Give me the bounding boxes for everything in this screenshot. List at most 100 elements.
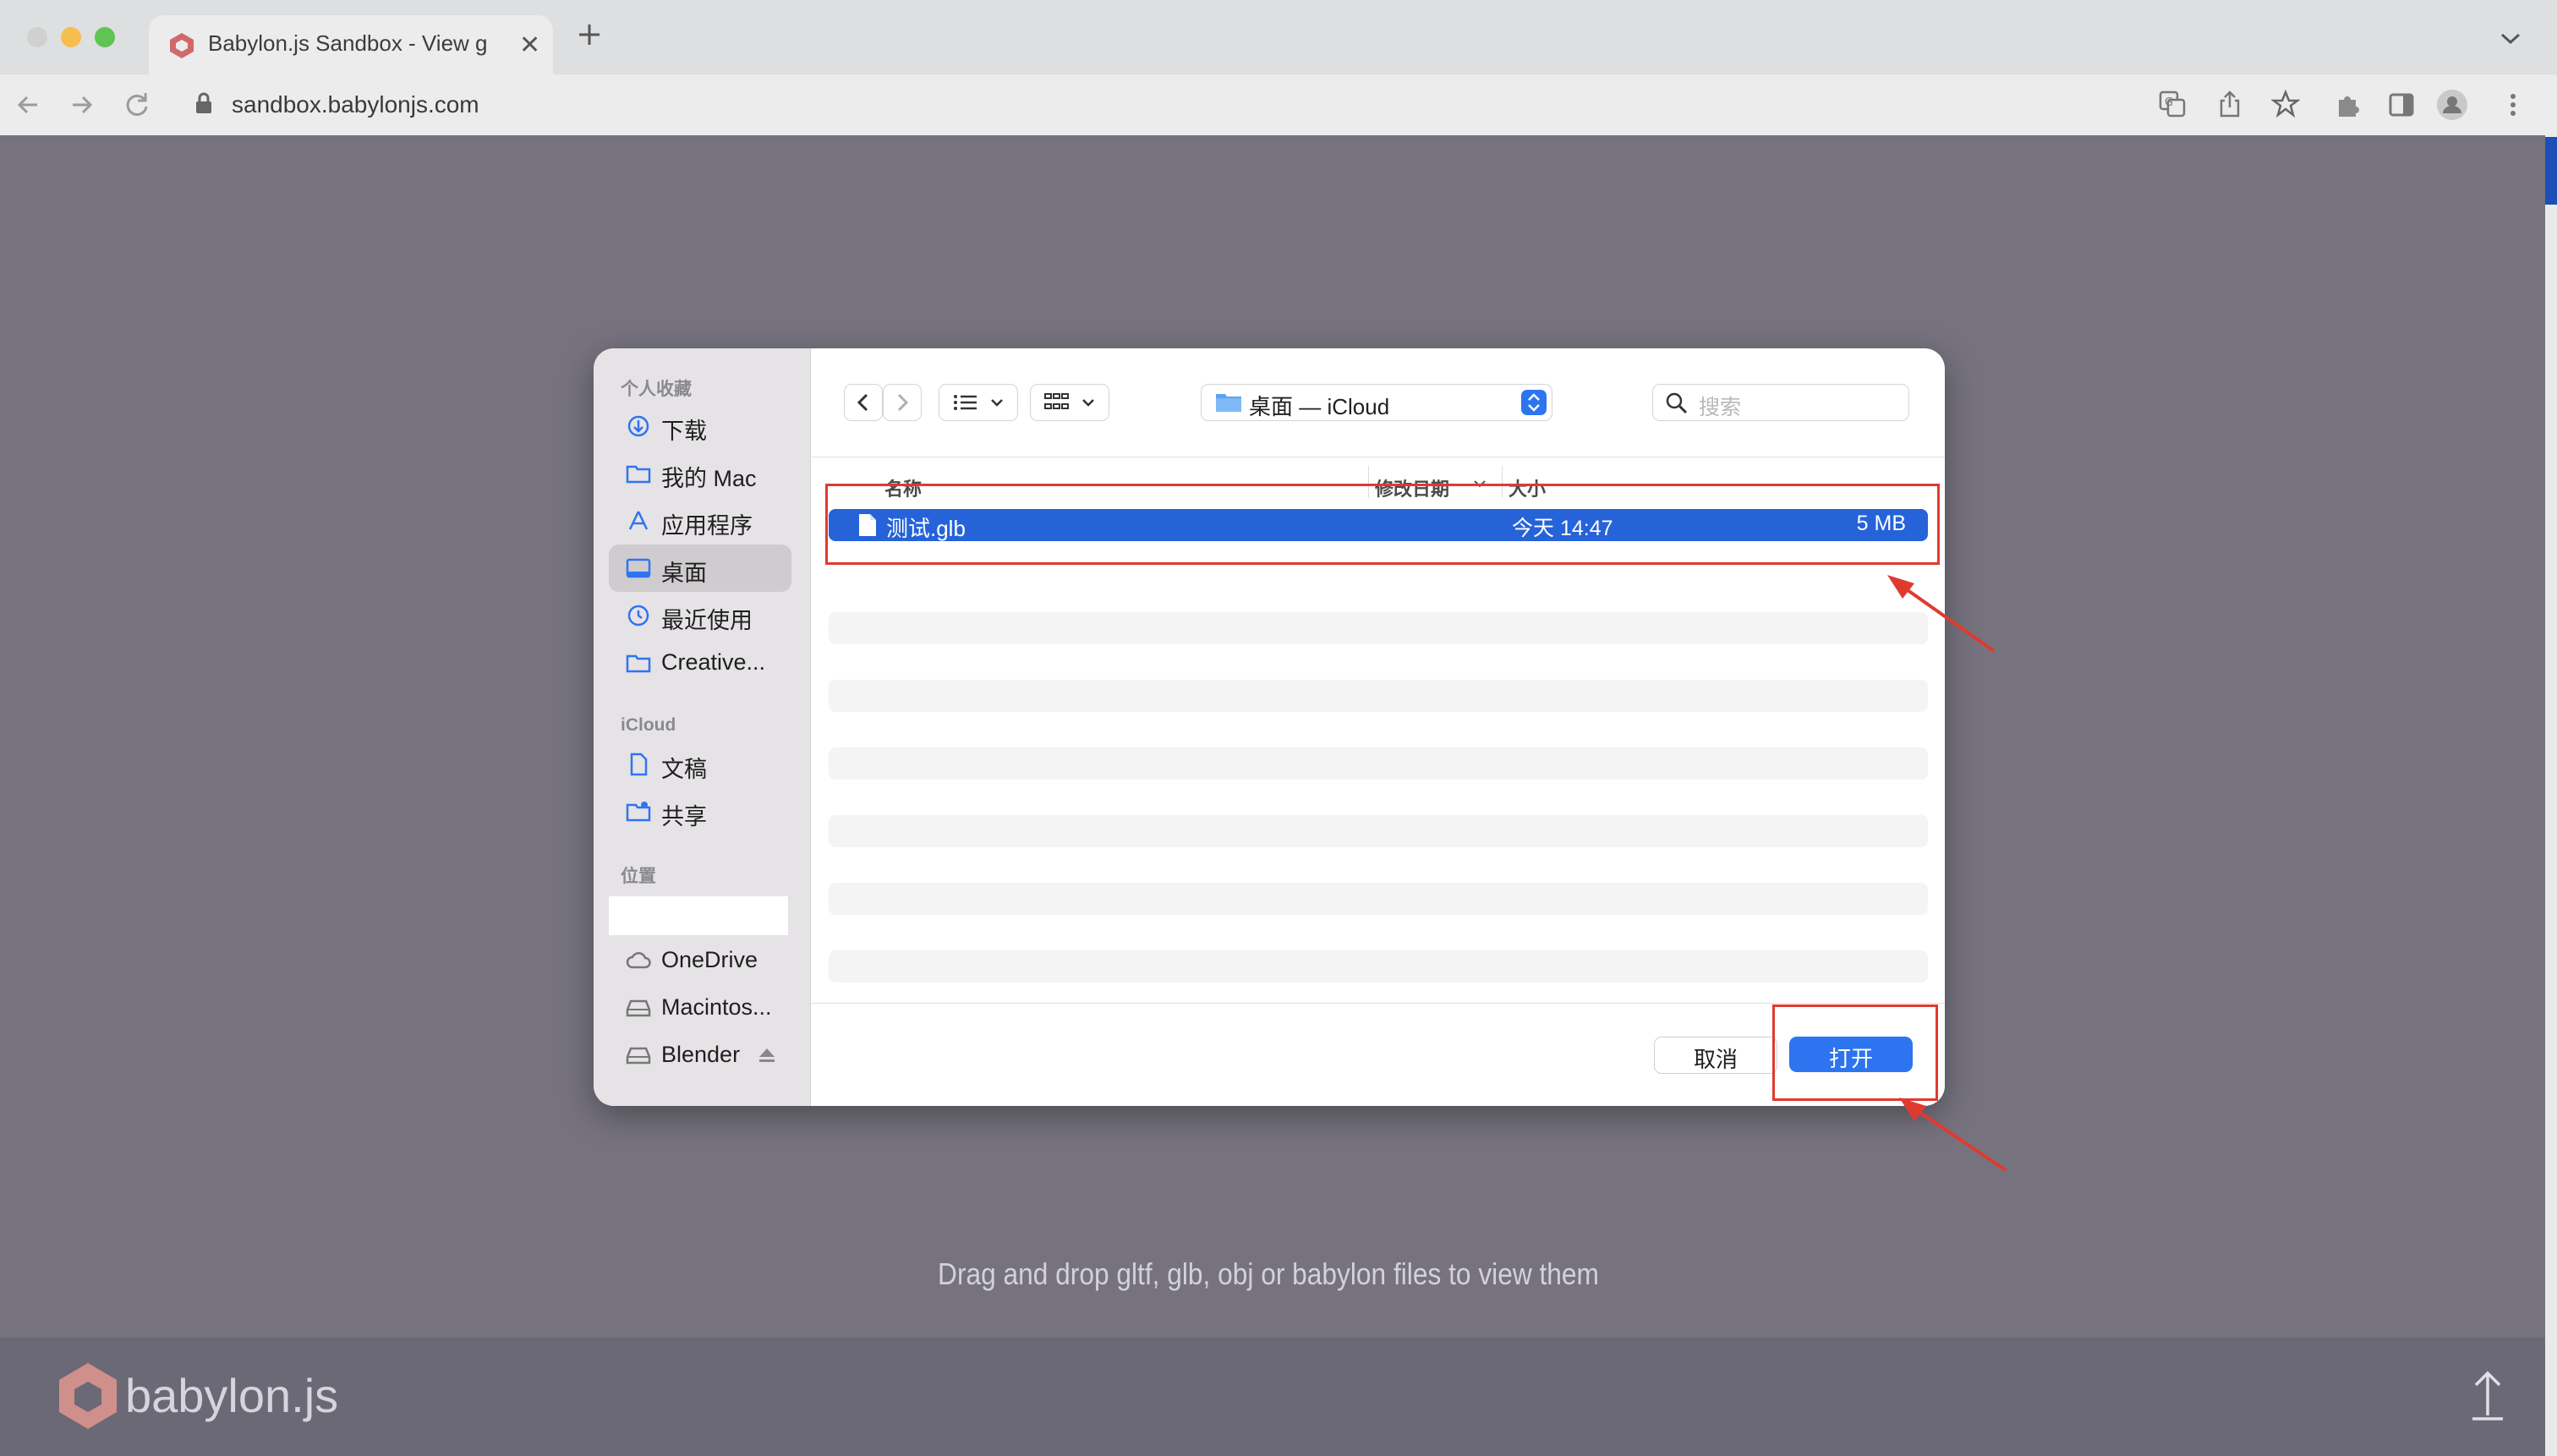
sidebar-item-label: Blender bbox=[661, 1042, 741, 1067]
sidebar-item-label: 文稿 bbox=[661, 757, 707, 782]
annotation-box-open bbox=[1772, 1004, 1938, 1101]
location-label: 桌面 — iCloud bbox=[1249, 394, 1390, 419]
sidebar-item-desktop[interactable]: 桌面 bbox=[609, 545, 791, 592]
zoom-window-button[interactable] bbox=[95, 27, 115, 47]
close-window-button[interactable] bbox=[27, 27, 47, 47]
folder-icon bbox=[1215, 391, 1242, 413]
desktop-icon bbox=[626, 556, 651, 580]
annotation-arrow-open bbox=[1899, 1097, 2007, 1172]
empty-row bbox=[829, 680, 1928, 712]
menu-kebab-icon[interactable] bbox=[2496, 88, 2530, 122]
empty-row bbox=[829, 950, 1928, 983]
upload-icon[interactable] bbox=[2469, 1368, 2506, 1422]
eject-icon[interactable] bbox=[758, 1047, 776, 1064]
nav-forward-button[interactable] bbox=[883, 384, 922, 421]
sidebar-item-shared[interactable]: 共享 bbox=[609, 788, 791, 835]
locations-header: 位置 bbox=[621, 867, 656, 886]
tab-title: Babylon.js Sandbox - View glTF bbox=[208, 30, 487, 56]
minimize-window-button[interactable] bbox=[61, 27, 81, 47]
cancel-button[interactable]: 取消 bbox=[1654, 1037, 1777, 1074]
sidebar-item-label: 我的 Mac bbox=[661, 466, 757, 491]
reload-icon[interactable] bbox=[120, 88, 154, 122]
share-icon[interactable] bbox=[2215, 90, 2244, 118]
clock-icon bbox=[626, 604, 651, 627]
chevron-right-icon bbox=[893, 392, 912, 413]
chevron-down-icon bbox=[1081, 398, 1095, 407]
search-icon bbox=[1665, 391, 1689, 415]
apps-icon bbox=[626, 509, 651, 533]
group-view-button[interactable] bbox=[1030, 384, 1109, 421]
chevron-left-icon bbox=[854, 392, 873, 413]
address-bar[interactable]: sandbox.babylonjs.com G bbox=[176, 79, 2324, 129]
nav-back-button[interactable] bbox=[844, 384, 883, 421]
updown-chevron-icon bbox=[1521, 390, 1547, 415]
browser-tab-bar: Babylon.js Sandbox - View glTF ✕ bbox=[0, 0, 2557, 74]
sidebar-item-label: 应用程序 bbox=[661, 513, 753, 539]
extensions-icon[interactable] bbox=[2330, 88, 2364, 122]
back-icon[interactable] bbox=[12, 88, 46, 122]
icloud-header: iCloud bbox=[621, 715, 676, 735]
divider bbox=[810, 1003, 1945, 1004]
side-panel-icon[interactable] bbox=[2385, 88, 2418, 122]
location-popup[interactable]: 桌面 — iCloud bbox=[1201, 384, 1552, 421]
empty-row bbox=[829, 815, 1928, 847]
sidebar-item-label: OneDrive bbox=[661, 947, 758, 972]
file-open-dialog: 个人收藏 下载 我的 Mac 应用程序 桌面 最近使用 Creative... … bbox=[594, 348, 1945, 1106]
disk-icon bbox=[626, 1043, 651, 1067]
search-placeholder: 搜索 bbox=[1699, 396, 1742, 419]
url-text: sandbox.babylonjs.com bbox=[232, 91, 479, 118]
chevron-down-icon bbox=[990, 398, 1004, 407]
annotation-box-file bbox=[825, 484, 1940, 565]
favorites-header: 个人收藏 bbox=[621, 380, 692, 399]
sidebar-item-label: 桌面 bbox=[661, 561, 707, 586]
drop-message: Drag and drop gltf, glb, obj or babylon … bbox=[938, 1256, 1599, 1291]
profile-avatar-icon[interactable] bbox=[2435, 88, 2469, 122]
babylon-logo-icon bbox=[57, 1361, 118, 1431]
forward-icon[interactable] bbox=[64, 88, 98, 122]
babylon-logo-text: babylon.js bbox=[125, 1369, 339, 1422]
sidebar-item-macintosh-hd[interactable]: Macintos... bbox=[609, 984, 791, 1032]
translate-icon[interactable]: G bbox=[2158, 90, 2187, 118]
sidebar-item-blender[interactable]: Blender bbox=[609, 1032, 791, 1079]
search-field[interactable]: 搜索 bbox=[1652, 384, 1909, 421]
sidebar-item-applications[interactable]: 应用程序 bbox=[609, 497, 791, 545]
sidebar-item-onedrive[interactable]: OneDrive bbox=[609, 937, 791, 984]
sidebar-item-recents[interactable]: 最近使用 bbox=[609, 592, 791, 639]
cancel-label: 取消 bbox=[1693, 1047, 1738, 1072]
download-icon bbox=[626, 414, 651, 438]
cloud-icon bbox=[626, 949, 651, 972]
bookmark-star-icon[interactable] bbox=[2271, 90, 2300, 118]
sidebar-item-creative[interactable]: Creative... bbox=[609, 639, 791, 687]
sidebar-item-my-mac[interactable]: 我的 Mac bbox=[609, 450, 791, 497]
annotation-arrow-file bbox=[1887, 575, 1996, 653]
browser-toolbar: sandbox.babylonjs.com G bbox=[0, 74, 2557, 137]
disk-icon bbox=[626, 996, 651, 1020]
list-icon bbox=[953, 393, 978, 412]
sidebar-item-documents[interactable]: 文稿 bbox=[609, 741, 791, 788]
sidebar-item-label: Creative... bbox=[661, 649, 766, 675]
shared-folder-icon bbox=[626, 800, 651, 824]
list-view-button[interactable] bbox=[939, 384, 1018, 421]
sidebar-item-label: 共享 bbox=[661, 804, 707, 829]
sidebar-item-label: 最近使用 bbox=[661, 608, 753, 633]
dialog-sidebar: 个人收藏 下载 我的 Mac 应用程序 桌面 最近使用 Creative... … bbox=[594, 348, 811, 1106]
lock-icon bbox=[194, 91, 213, 115]
empty-row bbox=[829, 883, 1928, 915]
scrollbar-strip bbox=[2545, 135, 2557, 1456]
sandbox-footer: babylon.js bbox=[0, 1338, 2545, 1456]
sidebar-item-label: Macintos... bbox=[661, 994, 772, 1020]
tab-search-chevron-icon[interactable] bbox=[2500, 32, 2521, 46]
empty-row bbox=[829, 747, 1928, 780]
document-icon bbox=[626, 753, 651, 776]
new-tab-icon[interactable] bbox=[577, 22, 602, 47]
close-tab-icon[interactable]: ✕ bbox=[519, 30, 540, 60]
empty-row bbox=[829, 612, 1928, 644]
svg-text:G: G bbox=[2165, 96, 2173, 109]
blank-location-item[interactable] bbox=[609, 896, 788, 935]
inspector-tab[interactable] bbox=[2545, 137, 2557, 205]
sidebar-item-downloads[interactable]: 下载 bbox=[609, 402, 791, 450]
folder-icon bbox=[626, 462, 651, 485]
folder-icon bbox=[626, 651, 651, 675]
grid-icon bbox=[1044, 392, 1070, 413]
browser-tab[interactable]: Babylon.js Sandbox - View glTF ✕ bbox=[149, 15, 553, 74]
